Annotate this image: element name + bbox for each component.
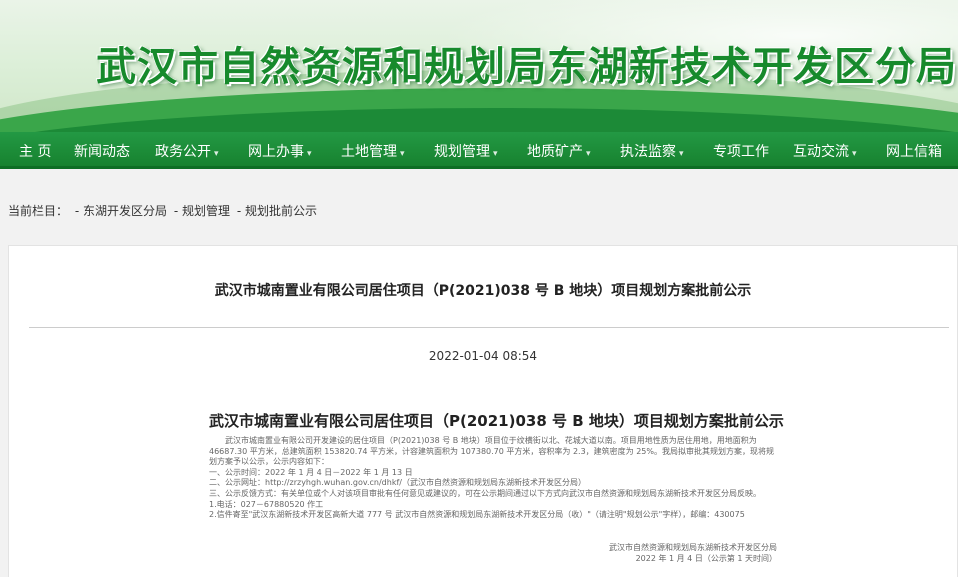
article-body-title: 武汉市城南置业有限公司居住项目（P(2021)038 号 B 地块）项目规划方案… — [209, 412, 784, 430]
chevron-down-icon: ▾ — [586, 149, 591, 159]
nav-label: 规划管理 — [434, 144, 490, 160]
chevron-down-icon: ▾ — [493, 149, 498, 159]
nav-label: 政务公开 — [155, 144, 211, 160]
signature: 武汉市自然资源和规划局东湖新技术开发区分局 — [609, 543, 777, 552]
breadcrumb-link-pre-approval[interactable]: - 规划批前公示 — [237, 204, 317, 218]
article-body: 武汉市城南置业有限公司开发建设的居住项目（P(2021)038 号 B 地块）项… — [209, 436, 774, 521]
sign-date: 2022 年 1 月 4 日（公示第 1 天时间） — [635, 554, 777, 563]
chevron-down-icon: ▾ — [214, 149, 219, 159]
nav-item-news[interactable]: 新闻动态 — [74, 141, 130, 161]
breadcrumb: 当前栏目： - 东湖开发区分局 - 规划管理 - 规划批前公示 — [8, 202, 320, 219]
article-card: 武汉市城南置业有限公司居住项目（P(2021)038 号 B 地块）项目规划方案… — [8, 245, 958, 577]
body-line: 二、公示网址：http://zrzyhgh.wuhan.gov.cn/dhkf/… — [209, 478, 586, 488]
nav-item-interaction[interactable]: 互动交流 ▾ — [793, 141, 857, 161]
nav-item-land-management[interactable]: 土地管理 ▾ — [341, 141, 405, 161]
nav-label: 土地管理 — [341, 144, 397, 160]
main-nav: 主 页 新闻动态 政务公开 ▾ 网上办事 ▾ 土地管理 ▾ 规划管理 ▾ 地质矿产 ▾ 执… — [0, 132, 958, 169]
nav-item-home[interactable]: 主 页 — [19, 141, 51, 161]
body-line: 一、公示时间：2022 年 1 月 4 日－2022 年 1 月 13 日 — [209, 467, 413, 477]
article-date: 2022-01-04 08:54 — [428, 349, 538, 363]
chevron-down-icon: ▾ — [852, 149, 857, 159]
body-line: 1.电话：027－67880520 作工 — [209, 499, 324, 509]
nav-item-planning[interactable]: 规划管理 ▾ — [434, 141, 498, 161]
nav-item-enforcement[interactable]: 执法监察 ▾ — [620, 141, 684, 161]
nav-label: 主 页 — [19, 144, 52, 160]
site-banner: 武汉市自然资源和规划局东湖新技术开发区分局 — [0, 0, 958, 132]
article-title: 武汉市城南置业有限公司居住项目（P(2021)038 号 B 地块）项目规划方案… — [214, 283, 752, 299]
nav-item-special-work[interactable]: 专项工作 — [713, 141, 769, 161]
chevron-down-icon: ▾ — [679, 149, 684, 159]
nav-item-mailbox[interactable]: 网上信箱 — [886, 141, 942, 161]
nav-label: 地质矿产 — [527, 144, 583, 160]
nav-label: 互动交流 — [793, 144, 849, 160]
breadcrumb-link-planning[interactable]: - 规划管理 — [174, 204, 230, 218]
nav-label: 执法监察 — [620, 144, 676, 160]
nav-item-geology[interactable]: 地质矿产 ▾ — [527, 141, 591, 161]
nav-item-gov-affairs[interactable]: 政务公开 ▾ — [155, 141, 219, 161]
chevron-down-icon: ▾ — [400, 149, 405, 159]
nav-label: 专项工作 — [713, 144, 769, 160]
body-paragraph: 武汉市城南置业有限公司开发建设的居住项目（P(2021)038 号 B 地块）项… — [209, 436, 774, 467]
breadcrumb-label: 当前栏目： — [8, 204, 69, 218]
body-line: 三、公示反馈方式：有关单位或个人对该项目审批有任何意见或建议的，可在公示期间通过… — [209, 488, 761, 498]
breadcrumb-link-branch[interactable]: - 东湖开发区分局 — [75, 204, 167, 218]
divider — [29, 327, 949, 328]
site-title: 武汉市自然资源和规划局东湖新技术开发区分局 — [96, 44, 957, 90]
nav-label: 网上信箱 — [886, 144, 942, 160]
nav-label: 网上办事 — [248, 144, 304, 160]
nav-item-online-services[interactable]: 网上办事 ▾ — [248, 141, 312, 161]
body-line: 2.信件寄至"武汉东湖新技术开发区高新大道 777 号 武汉市自然资源和规划局东… — [209, 510, 745, 520]
nav-label: 新闻动态 — [74, 144, 130, 160]
chevron-down-icon: ▾ — [307, 149, 312, 159]
